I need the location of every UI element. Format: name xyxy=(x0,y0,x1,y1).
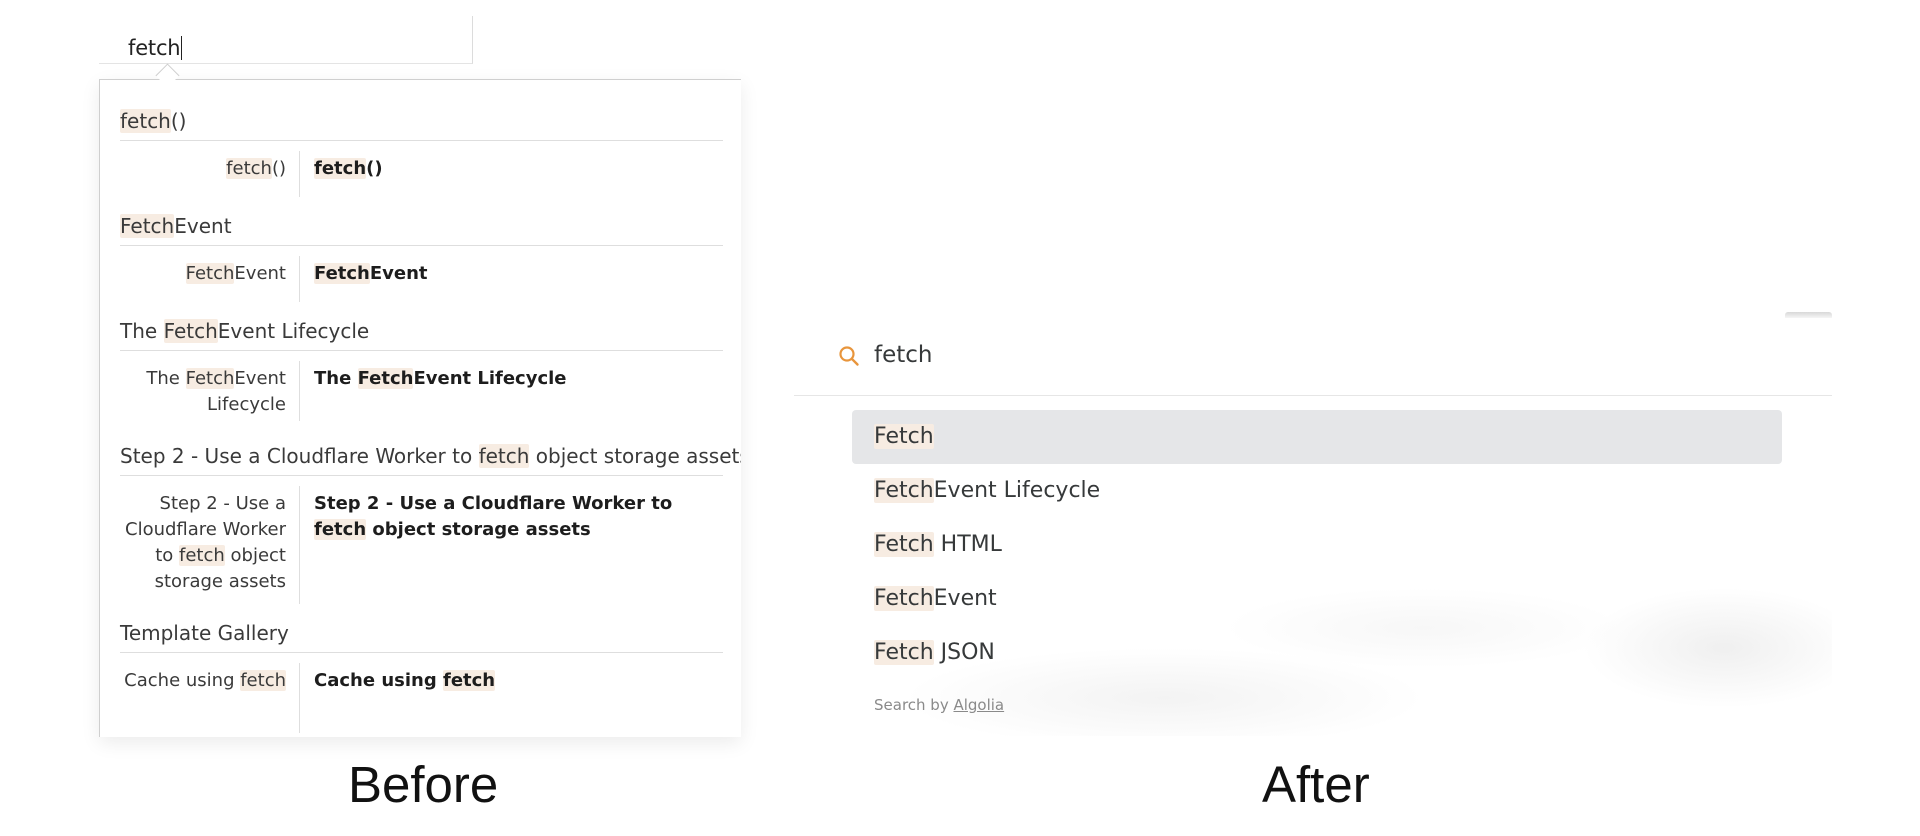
group-title: Template Gallery xyxy=(120,616,723,653)
text-segment: Event Lifecycle xyxy=(217,319,370,343)
suggestion-left-label: Cache using fetch xyxy=(120,668,286,694)
highlighted-match: fetch xyxy=(478,444,530,468)
highlighted-match: Fetch xyxy=(185,263,235,284)
result-item[interactable]: Fetch JSON xyxy=(852,626,1782,680)
suggestion-group: FetchEvent FetchEvent FetchEvent xyxy=(120,209,723,306)
text-segment: Step 2 - Use a Cloudflare Worker to xyxy=(120,444,479,468)
highlighted-match: fetch xyxy=(226,158,272,179)
text-segment: () xyxy=(271,158,286,179)
highlighted-match: Fetch xyxy=(185,368,235,389)
result-item[interactable]: Fetch xyxy=(852,410,1782,464)
text-segment: object storage assets xyxy=(366,519,591,540)
suggestion-left-label: The FetchEvent Lifecycle xyxy=(120,366,286,418)
highlighted-match: Fetch xyxy=(314,263,370,284)
suggestion-group: Step 2 - Use a Cloudflare Worker to fetc… xyxy=(120,439,741,612)
suggestion-group: The FetchEvent Lifecycle The FetchEvent … xyxy=(120,314,723,431)
text-caret xyxy=(181,36,183,60)
text-segment: Event xyxy=(933,586,997,611)
suggestion-row[interactable]: FetchEvent FetchEvent xyxy=(120,246,723,306)
highlighted-match: fetch xyxy=(240,670,286,691)
suggestion-right-label: fetch() xyxy=(314,156,714,182)
after-search-input[interactable]: fetch xyxy=(794,318,1832,396)
text-segment: Event xyxy=(369,263,428,284)
group-title: Step 2 - Use a Cloudflare Worker to fetc… xyxy=(120,439,741,476)
text-segment: () xyxy=(170,109,187,133)
attribution-prefix: Search by xyxy=(874,696,954,714)
after-search-input-value: fetch xyxy=(874,342,933,368)
suggestion-group: Template Gallery Cache using fetch Cache… xyxy=(120,616,723,733)
suggestion-right-label: The FetchEvent Lifecycle xyxy=(314,366,714,392)
text-segment: Cache using xyxy=(124,670,241,691)
suggestion-right-label: Step 2 - Use a Cloudflare Worker to fetc… xyxy=(314,491,714,543)
search-icon xyxy=(838,345,860,367)
suggestion-group: fetch() fetch() fetch() xyxy=(120,104,723,201)
suggestion-row[interactable]: Cache using fetch Cache using fetch xyxy=(120,653,723,733)
highlighted-match: Fetch xyxy=(874,424,934,449)
highlighted-match: fetch xyxy=(120,109,171,133)
row-divider xyxy=(299,486,300,604)
text-segment: Event Lifecycle xyxy=(933,478,1101,503)
suggestion-row[interactable]: Step 2 - Use a Cloudflare Worker to fetc… xyxy=(120,476,723,612)
highlighted-match: Fetch xyxy=(874,640,934,665)
before-search-input[interactable]: fetch xyxy=(99,16,473,64)
text-segment: Event Lifecycle xyxy=(413,368,567,389)
text-segment: Template Gallery xyxy=(120,621,289,645)
result-item[interactable]: FetchEvent Lifecycle xyxy=(852,464,1782,518)
text-segment: Event xyxy=(234,263,286,284)
suggestion-row[interactable]: fetch() fetch() xyxy=(120,141,723,201)
suggestion-left-label: Step 2 - Use a Cloudflare Worker to fetc… xyxy=(120,491,286,595)
text-segment: () xyxy=(366,158,383,179)
suggestion-right-label: FetchEvent xyxy=(314,261,714,287)
before-caption: Before xyxy=(348,756,499,813)
highlighted-match: Fetch xyxy=(874,478,934,503)
row-divider xyxy=(299,361,300,421)
group-title: The FetchEvent Lifecycle xyxy=(120,314,723,351)
result-item[interactable]: Fetch HTML xyxy=(852,518,1782,572)
text-segment: HTML xyxy=(933,532,1002,557)
text-segment: JSON xyxy=(933,640,995,665)
algolia-link[interactable]: Algolia xyxy=(953,696,1004,714)
text-segment: The xyxy=(146,368,186,389)
suggestion-row[interactable]: The FetchEvent Lifecycle The FetchEvent … xyxy=(120,351,723,431)
search-attribution: Search by Algolia xyxy=(874,696,1004,714)
after-search-panel: fetch Fetch FetchEvent Lifecycle Fetch H… xyxy=(794,318,1832,736)
highlighted-match: Fetch xyxy=(163,319,218,343)
suggestion-right-label: Cache using fetch xyxy=(314,668,714,694)
highlighted-match: Fetch xyxy=(874,586,934,611)
row-divider xyxy=(299,663,300,733)
suggestion-left-label: FetchEvent xyxy=(120,261,286,287)
text-segment: Cache using xyxy=(314,670,443,691)
highlighted-match: fetch xyxy=(314,158,367,179)
text-segment: Event xyxy=(174,214,232,238)
after-results-list: Fetch FetchEvent Lifecycle Fetch HTML Fe… xyxy=(852,410,1782,680)
group-title: fetch() xyxy=(120,104,723,141)
highlighted-match: Fetch xyxy=(874,532,934,557)
after-caption: After xyxy=(1262,756,1370,813)
text-segment: The xyxy=(314,368,358,389)
highlighted-match: fetch xyxy=(179,545,225,566)
highlighted-match: fetch xyxy=(314,519,367,540)
group-title: FetchEvent xyxy=(120,209,723,246)
suggestion-left-label: fetch() xyxy=(120,156,286,182)
result-item[interactable]: FetchEvent xyxy=(852,572,1782,626)
highlighted-match: Fetch xyxy=(357,368,414,389)
row-divider xyxy=(299,256,300,302)
before-suggestions-dropdown: fetch() fetch() fetch() FetchEvent Fetch… xyxy=(99,79,741,737)
text-segment: The xyxy=(120,319,164,343)
text-segment: object storage assets xyxy=(529,444,741,468)
before-search-input-value: fetch xyxy=(128,36,181,60)
highlighted-match: Fetch xyxy=(120,214,175,238)
text-segment: Step 2 - Use a Cloudflare Worker to xyxy=(314,493,673,514)
row-divider xyxy=(299,151,300,197)
highlighted-match: fetch xyxy=(442,670,496,691)
